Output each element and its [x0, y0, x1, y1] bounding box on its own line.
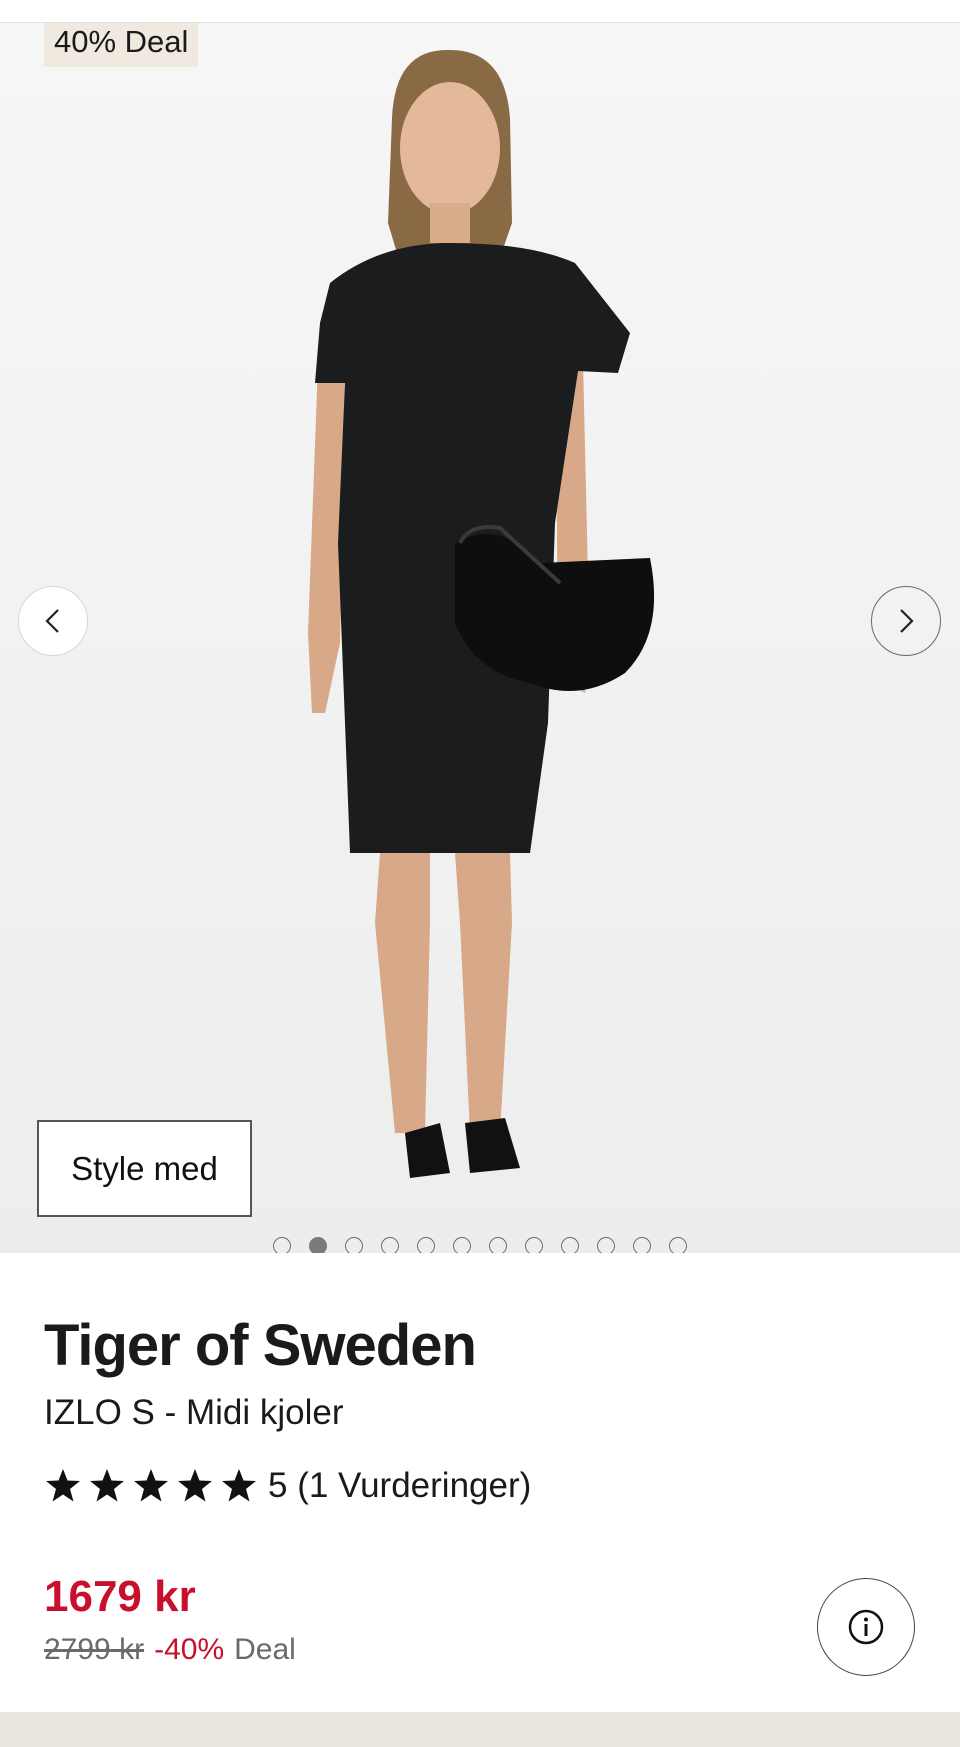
- info-icon: [848, 1609, 884, 1645]
- price-info-button[interactable]: [817, 1578, 915, 1676]
- star-icon: [134, 1469, 168, 1502]
- product-photo: [0, 23, 960, 1253]
- chevron-right-icon: [900, 609, 914, 633]
- current-price: 1679 kr: [44, 1572, 196, 1621]
- star-icon: [90, 1469, 124, 1502]
- deal-label: Deal: [234, 1633, 296, 1666]
- product-rating[interactable]: 5 (1 Vurderinger): [44, 1466, 531, 1506]
- star-icon: [46, 1469, 80, 1502]
- footer-band: [0, 1712, 960, 1747]
- rating-text: 5 (1 Vurderinger): [268, 1466, 532, 1505]
- product-image-gallery[interactable]: 40% Deal Style med: [0, 23, 960, 1253]
- pagination-dot[interactable]: [273, 1237, 291, 1253]
- next-image-button[interactable]: [871, 586, 941, 656]
- pagination-dot[interactable]: [453, 1237, 471, 1253]
- pagination-dot[interactable]: [309, 1237, 327, 1253]
- price-details: 2799 kr -40% Deal: [44, 1633, 296, 1667]
- product-name: IZLO S - Midi kjoler: [44, 1393, 344, 1432]
- pagination-dot[interactable]: [633, 1237, 651, 1253]
- pagination-dot[interactable]: [597, 1237, 615, 1253]
- previous-image-button[interactable]: [18, 586, 88, 656]
- pagination-dot[interactable]: [345, 1237, 363, 1253]
- pagination-dot[interactable]: [381, 1237, 399, 1253]
- pagination-dot[interactable]: [669, 1237, 687, 1253]
- chevron-left-icon: [45, 609, 59, 633]
- pagination-dot[interactable]: [525, 1237, 543, 1253]
- original-price: 2799 kr: [44, 1633, 145, 1666]
- pagination-dot[interactable]: [417, 1237, 435, 1253]
- product-brand[interactable]: Tiger of Sweden: [44, 1312, 477, 1379]
- pagination-dot[interactable]: [489, 1237, 507, 1253]
- rating-stars: [44, 1467, 258, 1505]
- style-with-button[interactable]: Style med: [37, 1120, 252, 1217]
- pagination-dot[interactable]: [561, 1237, 579, 1253]
- discount-percent: -40%: [154, 1633, 225, 1666]
- top-bar: [0, 0, 960, 23]
- deal-badge: 40% Deal: [44, 23, 199, 67]
- star-icon: [222, 1469, 256, 1502]
- star-icon: [178, 1469, 212, 1502]
- gallery-pagination: [273, 1237, 687, 1253]
